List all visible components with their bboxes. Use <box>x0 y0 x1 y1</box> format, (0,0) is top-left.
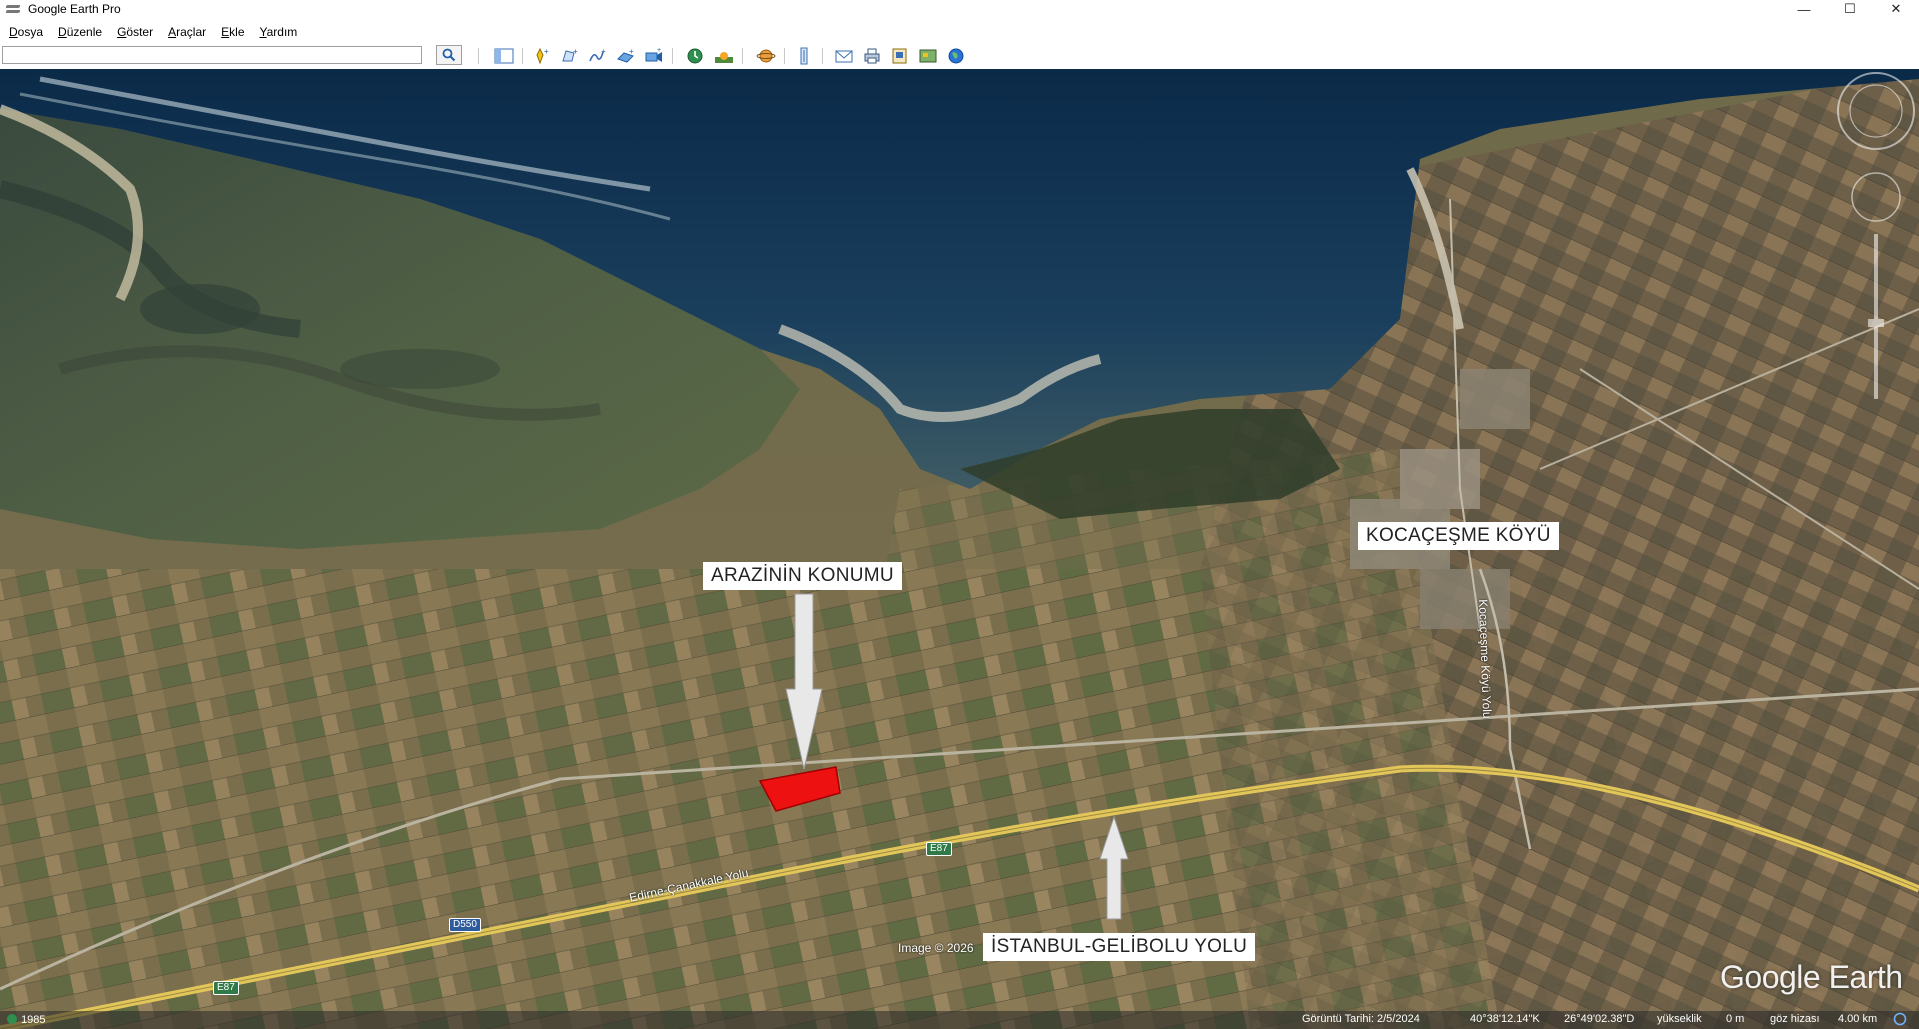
add-polygon-button[interactable]: + <box>558 45 582 67</box>
toolbar-separator <box>478 48 479 64</box>
menu-yardim[interactable]: Yardım <box>254 25 304 39</box>
elevation-label: yükseklik <box>1657 1013 1702 1025</box>
sunlight-button[interactable] <box>712 45 736 67</box>
historical-imagery-icon <box>687 48 703 64</box>
menu-duzenle[interactable]: Düzenle <box>52 25 108 39</box>
record-tour-button[interactable]: + <box>642 45 666 67</box>
title-bar: Google Earth Pro — ☐ ✕ <box>0 0 1919 18</box>
eye-altitude-label: göz hizası <box>1770 1013 1820 1025</box>
minimize-button[interactable]: — <box>1781 0 1827 18</box>
close-button[interactable]: ✕ <box>1873 0 1919 18</box>
add-path-button[interactable]: + <box>586 45 610 67</box>
print-button[interactable] <box>860 45 884 67</box>
sidebar-toggle-icon <box>494 48 514 64</box>
record-tour-icon: + <box>645 47 662 62</box>
sunlight-icon <box>715 52 733 63</box>
menu-bar: Dosya Düzenle Göster Araçlar Ekle Yardım <box>0 21 1919 43</box>
elevation-value: 0 m <box>1726 1013 1745 1025</box>
path-icon: + <box>589 47 606 62</box>
image-credit: Image © 2026 <box>898 941 974 955</box>
add-image-overlay-button[interactable]: + <box>614 45 638 67</box>
latitude-readout: 40°38'12.14"K <box>1470 1013 1540 1025</box>
google-earth-app-icon <box>6 3 22 15</box>
menu-ekle[interactable]: Ekle <box>215 25 250 39</box>
placemark-icon: + <box>536 47 549 65</box>
menu-goster[interactable]: Göster <box>111 25 159 39</box>
view-in-maps-icon <box>919 49 937 63</box>
clock-icon <box>7 1014 17 1024</box>
status-bar: 1985 Görüntü Tarihi: 2/5/2024 40°38'12.1… <box>0 1011 1919 1029</box>
toolbar: + + + + + <box>0 44 1919 68</box>
historical-year-indicator[interactable]: 1985 <box>6 1013 46 1026</box>
search-button[interactable] <box>436 45 462 65</box>
imagery-date: Görüntü Tarihi: 2/5/2024 <box>1302 1013 1420 1025</box>
window-title: Google Earth Pro <box>28 2 121 16</box>
menu-araclar[interactable]: Araçlar <box>162 25 212 39</box>
map-view[interactable]: ARAZİNİN KONUMU KOCAÇEŞME KÖYÜ İSTANBUL-… <box>0 69 1919 1029</box>
earth-gallery-button[interactable] <box>944 45 968 67</box>
window-controls: — ☐ ✕ <box>1781 0 1919 18</box>
search-icon <box>442 48 456 62</box>
email-button[interactable] <box>832 45 856 67</box>
historical-imagery-button[interactable] <box>684 45 708 67</box>
highway-label: İSTANBUL-GELİBOLU YOLU <box>983 933 1256 961</box>
ruler-icon <box>800 47 808 65</box>
eye-altitude-value: 4.00 km <box>1838 1013 1878 1025</box>
add-placemark-button[interactable]: + <box>530 45 554 67</box>
sidebar-toggle-button[interactable] <box>492 45 516 67</box>
search-input[interactable] <box>2 46 422 64</box>
menu-dosya[interactable]: Dosya <box>3 25 49 39</box>
toolbar-separator <box>822 48 823 64</box>
toolbar-separator <box>522 48 523 64</box>
svg-text:+: + <box>657 47 661 54</box>
village-label: KOCAÇEŞME KÖYÜ <box>1358 522 1559 550</box>
email-icon <box>835 50 853 63</box>
d550-shield: D550 <box>449 918 481 932</box>
svg-text:+: + <box>573 47 578 56</box>
satellite-imagery <box>0 69 1919 1029</box>
property-location-label: ARAZİNİN KONUMU <box>703 562 902 590</box>
svg-text:+: + <box>629 47 634 56</box>
svg-text:+: + <box>601 47 606 56</box>
e87-shield: E87 <box>213 981 239 995</box>
polygon-icon: + <box>562 47 578 62</box>
e87-shield: E87 <box>926 842 952 856</box>
google-earth-watermark: Google Earth <box>1720 959 1903 995</box>
view-in-maps-button[interactable] <box>916 45 940 67</box>
save-image-icon <box>892 48 907 64</box>
planets-icon <box>756 49 776 63</box>
save-image-button[interactable] <box>888 45 912 67</box>
image-overlay-icon: + <box>617 47 634 63</box>
longitude-readout: 26°49'02.38"D <box>1564 1013 1635 1025</box>
ruler-button[interactable] <box>792 45 816 67</box>
toolbar-separator <box>672 48 673 64</box>
svg-text:+: + <box>544 47 549 56</box>
toolbar-separator <box>742 48 743 64</box>
streaming-icon <box>1893 1012 1907 1029</box>
toolbar-separator <box>784 48 785 64</box>
maximize-button[interactable]: ☐ <box>1827 0 1873 18</box>
print-icon <box>864 48 880 64</box>
planets-button[interactable] <box>754 45 778 67</box>
earth-icon <box>948 48 964 64</box>
